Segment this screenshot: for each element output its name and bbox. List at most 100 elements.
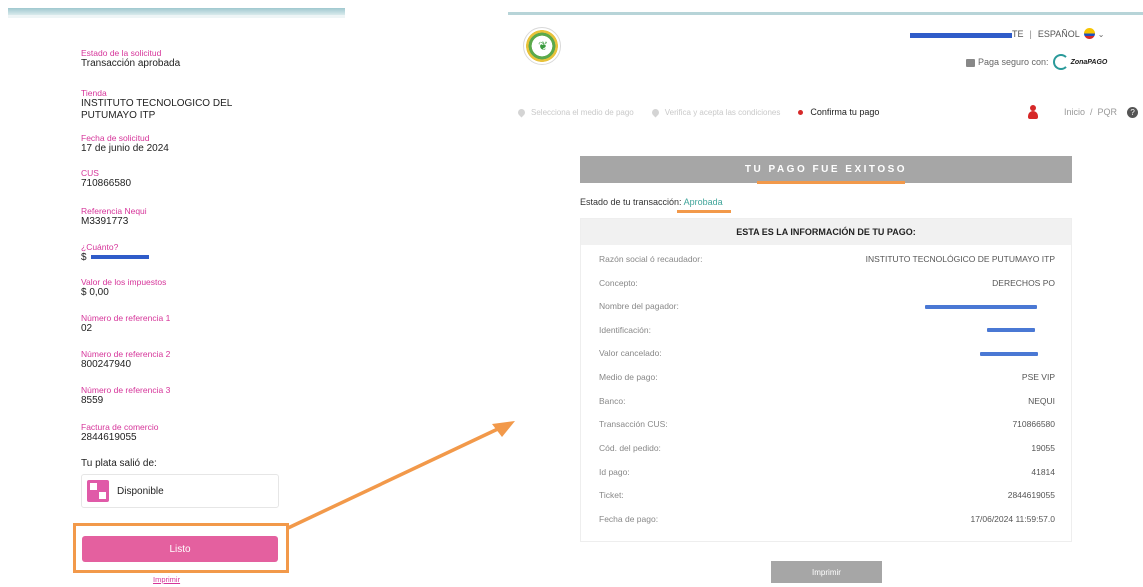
info-row: Ticket: 2844619055: [599, 490, 1055, 502]
info-value: INSTITUTO TECNOLÓGICO DE PUTUMAYO ITP: [865, 254, 1055, 264]
transaction-status: Estado de tu transacción: Aprobada: [580, 197, 723, 207]
field-ref1: Número de referencia 1 02: [81, 313, 311, 335]
field-factura: Factura de comercio 2844619055: [81, 422, 311, 444]
info-row: Concepto: DERECHOS PO: [599, 278, 1055, 290]
info-key: Nombre del pagador:: [599, 301, 679, 311]
checkout-steps: Selecciona el medio de pago Verifica y a…: [516, 107, 897, 117]
secure-text: Paga seguro con:: [978, 57, 1049, 67]
field-referencia-nequi: Referencia Nequi M3391773: [81, 206, 311, 228]
field-cus: CUS 710866580: [81, 168, 311, 190]
field-label: Referencia Nequi: [81, 206, 147, 216]
success-banner: TU PAGO FUE EXITOSO: [580, 156, 1072, 183]
step-label: Selecciona el medio de pago: [531, 107, 634, 117]
redacted-amount: [980, 352, 1038, 356]
institution-logo: ❦: [523, 27, 561, 65]
info-row: Nombre del pagador:: [599, 301, 1055, 313]
info-row: Banco: NEQUI: [599, 396, 1055, 408]
highlight-underline: [757, 181, 905, 184]
field-value: 02: [81, 323, 93, 334]
user-icon: [1028, 105, 1038, 119]
user-name-suffix: TE: [1012, 29, 1024, 39]
info-row: Medio de pago: PSE VIP: [599, 372, 1055, 384]
field-label: Factura de comercio: [81, 422, 159, 432]
redacted-payer-name: [925, 305, 1037, 309]
field-value: 2844619055: [81, 432, 137, 443]
field-value: M3391773: [81, 216, 129, 227]
info-row: Fecha de pago: 17/06/2024 11:59:57.0: [599, 514, 1055, 526]
flag-icon: [1083, 28, 1095, 39]
field-label: Fecha de solicitud: [81, 133, 150, 143]
field-label: Número de referencia 1: [81, 313, 171, 323]
info-value: PSE VIP: [1021, 372, 1055, 382]
info-key: Razón social ó recaudador:: [599, 254, 703, 264]
lock-icon: [966, 59, 975, 67]
info-value: 41814: [1031, 467, 1055, 477]
active-step-dot-icon: [798, 109, 804, 115]
redacted-identification: [987, 328, 1035, 332]
step-verify: Verifica y acepta las condiciones: [650, 107, 781, 117]
info-value: 2844619055: [1007, 490, 1055, 500]
field-value: $ 0,00: [81, 287, 109, 298]
info-value: 17/06/2024 11:59:57.0: [970, 514, 1055, 524]
field-value: Transacción aprobada: [81, 58, 181, 69]
zonapago-swoosh-icon: [1052, 54, 1069, 70]
source-label: Tu plata salió de:: [81, 458, 157, 469]
field-label: Número de referencia 3: [81, 385, 171, 395]
help-icon[interactable]: ?: [1127, 106, 1139, 118]
imprimir-button[interactable]: Imprimir: [771, 561, 882, 583]
listo-button[interactable]: Listo: [82, 536, 278, 562]
field-impuestos: Valor de los impuestos $ 0,00: [81, 277, 311, 299]
info-key: Id pago:: [599, 467, 630, 477]
inicio-link[interactable]: Inicio: [1064, 107, 1085, 117]
info-row: Valor cancelado:: [599, 348, 1055, 360]
info-key: Medio de pago:: [599, 372, 658, 382]
step-label: Verifica y acepta las condiciones: [664, 107, 781, 117]
imprimir-link[interactable]: Imprimir: [153, 575, 180, 584]
info-key: Banco:: [599, 396, 626, 406]
payment-info-card: ESTA ES LA INFORMACIÓN DE TU PAGO: Razón…: [580, 218, 1072, 542]
info-row: Razón social ó recaudador: INSTITUTO TEC…: [599, 254, 1055, 266]
location-pin-icon: [516, 107, 527, 117]
leaf-icon: ❦: [537, 39, 549, 53]
field-cuanto: ¿Cuánto? $: [81, 242, 311, 264]
field-ref2: Número de referencia 2 800247940: [81, 349, 311, 371]
info-title: ESTA ES LA INFORMACIÓN DE TU PAGO:: [581, 219, 1071, 245]
info-value: 710866580: [1012, 419, 1055, 429]
header-line: [508, 12, 1143, 15]
header-user-menu: TE | ESPAÑOL ⌄: [1012, 28, 1105, 39]
info-row: Cód. del pedido: 19055: [599, 443, 1055, 455]
field-ref3: Número de referencia 3 8559: [81, 385, 311, 407]
pse-payment-panel: ❦ TE | ESPAÑOL ⌄ Paga seguro con: ZonaPAGO …: [508, 0, 1143, 587]
info-key: Transacción CUS:: [599, 419, 668, 429]
info-value: 19055: [1031, 443, 1055, 453]
pqr-link[interactable]: PQR: [1098, 107, 1118, 117]
info-row: Identificación:: [599, 325, 1055, 337]
field-value: INSTITUTO TECNOLOGICO DEL PUTUMAYO ITP: [81, 98, 232, 121]
amount-currency: $: [81, 252, 87, 263]
field-value: 710866580: [81, 178, 132, 189]
info-row: Id pago: 41814: [599, 467, 1055, 479]
info-key: Concepto:: [599, 278, 638, 288]
field-value: $: [81, 252, 311, 264]
nequi-disponible-icon: [87, 480, 109, 502]
header-band: [8, 8, 345, 15]
redacted-amount: [91, 255, 150, 260]
status-value: Aprobada: [683, 197, 723, 207]
info-key: Ticket:: [599, 490, 624, 500]
field-tienda: Tienda INSTITUTO TECNOLOGICO DEL PUTUMAY…: [81, 88, 311, 122]
info-key: Cód. del pedido:: [599, 443, 661, 453]
header-band-shadow: [8, 15, 345, 18]
source-value: Disponible: [117, 485, 164, 497]
highlight-underline: [677, 210, 731, 213]
redacted-user-name: [910, 33, 1012, 38]
step-confirm: Confirma tu pago: [798, 107, 879, 117]
top-nav-links: Inicio / PQR ?: [1028, 105, 1139, 119]
zonapago-logo: ZonaPAGO: [1052, 54, 1107, 70]
language-selector[interactable]: ESPAÑOL: [1038, 29, 1080, 39]
info-key: Fecha de pago:: [599, 514, 659, 524]
location-pin-icon: [650, 107, 661, 117]
chevron-down-icon[interactable]: ⌄: [1098, 30, 1105, 39]
field-label: Valor de los impuestos: [81, 277, 167, 287]
field-value: 800247940: [81, 359, 132, 370]
secure-payment-badge: Paga seguro con: ZonaPAGO: [966, 54, 1107, 70]
